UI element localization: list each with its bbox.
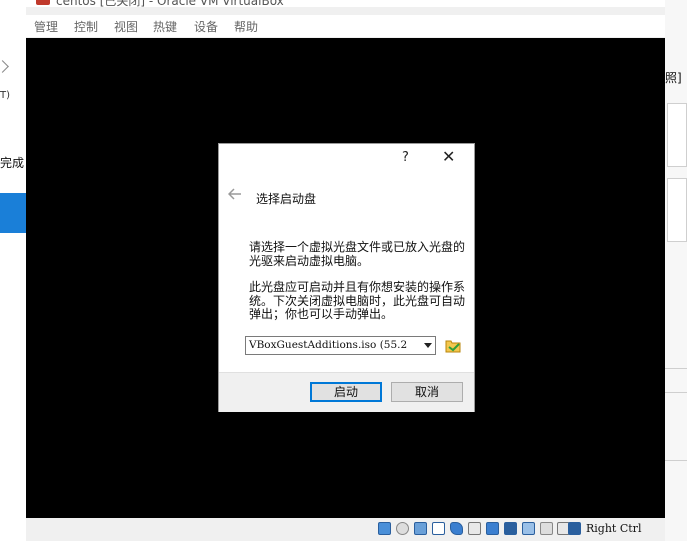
menu-item-manage[interactable]: 管理 bbox=[34, 18, 58, 35]
chevron-right-icon bbox=[0, 60, 9, 73]
disk-image-select[interactable]: VBoxGuestAdditions.iso (55.2 bbox=[245, 336, 436, 355]
host-key-label: Right Ctrl bbox=[586, 522, 642, 535]
background-left-text: T) bbox=[0, 90, 11, 101]
dialog-close-icon[interactable]: ✕ bbox=[442, 147, 455, 166]
dialog-description: 请选择一个虚拟光盘文件或已放入光盘的光驱来启动虚拟电脑。 bbox=[249, 240, 466, 268]
audio-icon[interactable] bbox=[414, 522, 427, 535]
dialog-heading: 选择启动盘 bbox=[256, 192, 317, 206]
status-bar: Right Ctrl bbox=[26, 518, 665, 541]
background-left-panel: T) 完成 bbox=[0, 0, 26, 541]
start-button[interactable]: 启动 bbox=[310, 382, 382, 402]
menu-item-hotkeys[interactable]: 热键 bbox=[153, 18, 177, 35]
video-capture-icon[interactable] bbox=[504, 522, 517, 535]
window-title: centos [已关闭] - Oracle VM VirtualBox bbox=[56, 0, 284, 8]
cancel-button[interactable]: 取消 bbox=[391, 382, 463, 402]
display-icon[interactable] bbox=[486, 522, 499, 535]
background-blue-button[interactable] bbox=[0, 193, 26, 233]
background-right-text: 照] bbox=[665, 71, 682, 85]
arrow-down-icon[interactable] bbox=[568, 522, 581, 535]
close-icon[interactable]: ✕ bbox=[633, 0, 645, 4]
virtualbox-app-icon bbox=[36, 0, 50, 5]
menu-item-help[interactable]: 帮助 bbox=[234, 18, 258, 35]
background-right-panel: 照] bbox=[665, 0, 687, 541]
dialog-footer: 启动 取消 bbox=[219, 372, 474, 412]
background-divider bbox=[665, 460, 687, 461]
optical-drive-icon[interactable] bbox=[396, 522, 409, 535]
folder-icon[interactable] bbox=[445, 337, 462, 354]
background-divider bbox=[665, 368, 687, 369]
usb-icon[interactable] bbox=[450, 522, 463, 535]
disk-image-value: VBoxGuestAdditions.iso (55.2 bbox=[249, 339, 408, 351]
background-right-box bbox=[667, 178, 687, 242]
select-start-disk-dialog: ? ✕ 选择启动盘 请选择一个虚拟光盘文件或已放入光盘的光驱来启动虚拟电脑。 此… bbox=[218, 143, 475, 412]
hard-disk-icon[interactable] bbox=[378, 522, 391, 535]
title-bar: centos [已关闭] - Oracle VM VirtualBox ✕ bbox=[26, 0, 665, 8]
chevron-down-icon[interactable] bbox=[421, 337, 435, 354]
menu-item-view[interactable]: 视图 bbox=[114, 18, 138, 35]
back-arrow-icon[interactable] bbox=[227, 188, 242, 204]
shared-folder-icon[interactable] bbox=[468, 522, 481, 535]
mouse-integration-icon[interactable] bbox=[540, 522, 553, 535]
network-icon[interactable] bbox=[432, 522, 445, 535]
cpu-icon[interactable] bbox=[522, 522, 535, 535]
help-icon[interactable]: ? bbox=[402, 150, 409, 165]
menu-bar: 管理 控制 视图 热键 设备 帮助 bbox=[26, 15, 665, 37]
menu-item-devices[interactable]: 设备 bbox=[194, 18, 218, 35]
menu-item-control[interactable]: 控制 bbox=[74, 18, 98, 35]
dialog-note: 此光盘应可启动并且有你想安装的操作系统。下次关闭虚拟电脑时，此光盘可自动弹出；你… bbox=[249, 280, 466, 321]
background-divider bbox=[665, 392, 687, 393]
background-right-box bbox=[667, 103, 687, 167]
background-left-status-text: 完成 bbox=[0, 156, 25, 170]
